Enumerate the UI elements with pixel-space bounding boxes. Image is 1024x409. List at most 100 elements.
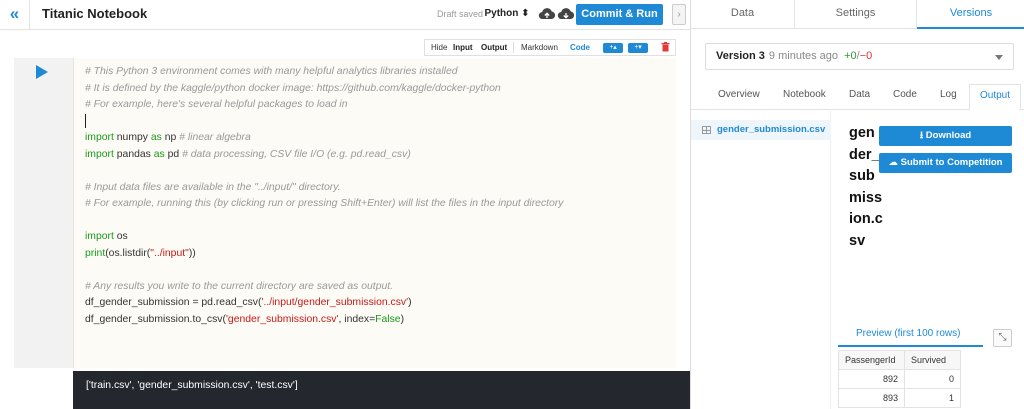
subtab-overview[interactable]: Overview <box>718 89 760 100</box>
code-comment: # For example, running this (by clicking… <box>85 198 564 209</box>
subtab-notebook[interactable]: Notebook <box>783 89 826 100</box>
hide-input-toggle[interactable]: Input <box>453 43 473 52</box>
code-text: numpy <box>113 132 151 143</box>
table-cell: 893 <box>838 388 905 408</box>
add-cell-below-button[interactable]: +▾ <box>628 43 648 53</box>
code-text: df_gender_submission = pd.read_csv( <box>85 297 262 308</box>
hide-output-toggle[interactable]: Output <box>481 43 507 52</box>
trash-icon <box>661 42 669 52</box>
run-cell-button[interactable] <box>36 65 48 79</box>
hide-label: Hide <box>431 43 448 52</box>
code-text: pd <box>164 148 183 160</box>
toggle-sidebar-button[interactable]: › <box>672 4 686 25</box>
expand-icon: ⤡ <box>998 332 1007 343</box>
double-chevron-left-icon: « <box>9 4 20 23</box>
cell-output: ['train.csv', 'gender_submission.csv', '… <box>73 371 690 409</box>
commit-and-run-button[interactable]: Commit & Run <box>576 4 663 25</box>
code-keyword: False <box>375 313 401 325</box>
column-header: Survived <box>904 350 961 370</box>
add-cell-above-button[interactable]: +▴ <box>603 43 623 53</box>
column-header: PassengerId <box>838 350 905 370</box>
code-comment: # Input data files are available in the … <box>85 181 341 193</box>
code-line: df_gender_submission = pd.read_csv('../i… <box>85 295 676 312</box>
code-line: import pandas as pd # data processing, C… <box>85 147 676 164</box>
tab-versions[interactable]: Versions <box>917 0 1024 29</box>
table-cell: 1 <box>904 388 961 408</box>
submit-to-competition-button[interactable]: ☁ Submit to Competition <box>879 153 1012 173</box>
chevron-down-icon <box>995 55 1003 60</box>
cell-type-markdown[interactable]: Markdown <box>521 43 558 52</box>
code-string: '../input/gender_submission.csv' <box>261 297 409 308</box>
cloud-upload-icon <box>538 8 556 20</box>
code-text: df_gender_submission.to_csv( <box>85 313 226 325</box>
sidebar-tabs: Data Settings Versions <box>691 0 1024 29</box>
code-text: , index= <box>338 313 376 325</box>
cell-type-code[interactable]: Code <box>570 43 590 52</box>
cloud-upload-button[interactable] <box>538 6 556 22</box>
notebook-title[interactable]: Titanic Notebook <box>42 6 147 21</box>
cell-toolbar: Hide Input Output Markdown Code +▴ +▾ <box>424 39 676 56</box>
code-comment: # data processing, CSV file I/O (e.g. pd… <box>182 148 411 160</box>
kernel-editor: « Titanic Notebook Draft saved Python ⬍ <box>0 0 1024 409</box>
code-line: # This Python 3 environment comes with m… <box>85 64 676 81</box>
delete-cell-button[interactable] <box>659 42 671 54</box>
tab-data[interactable]: Data <box>691 0 794 29</box>
code-text: ) <box>408 297 412 308</box>
code-keyword: import <box>85 132 114 143</box>
code-string: "../input" <box>150 247 189 259</box>
output-file-name: gender_submission.csv <box>717 124 826 135</box>
code-line: import os <box>85 229 676 246</box>
code-text: os <box>113 231 128 242</box>
subtab-data[interactable]: Data <box>849 89 870 100</box>
code-keyword: import <box>85 231 114 242</box>
code-line: # Input data files are available in the … <box>85 180 676 197</box>
toolbar-divider <box>513 42 514 53</box>
sidebar: Data Settings Versions Version 39 minute… <box>690 0 1024 409</box>
preview-tab[interactable]: Preview (first 100 rows) <box>856 328 960 339</box>
version-time: 9 minutes ago <box>768 50 839 62</box>
select-caret-icon: ⬍ <box>521 8 530 19</box>
language-label: Python <box>484 8 519 19</box>
code-comment: # It is defined by the kaggle/python doc… <box>85 82 501 94</box>
subtab-log[interactable]: Log <box>940 89 957 100</box>
version-name: Version 3 <box>716 50 765 62</box>
tab-settings[interactable]: Settings <box>795 0 916 29</box>
code-keyword: as <box>153 148 165 160</box>
code-string: 'gender_submission.csv' <box>225 313 339 325</box>
version-select[interactable]: Version 39 minutes ago +0/−0 <box>705 43 1014 70</box>
output-file-list: gender_submission.csv <box>691 111 831 409</box>
code-comment: # Any results you write to the current d… <box>85 280 394 292</box>
code-line: print(os.listdir("../input")) <box>85 246 676 263</box>
language-select[interactable]: Python ⬍ <box>482 4 532 24</box>
code-text: (os.listdir( <box>105 247 151 259</box>
code-text: pandas <box>113 148 154 160</box>
code-line: # For example, here's several helpful pa… <box>85 97 676 114</box>
code-keyword: print <box>85 247 106 259</box>
collapse-sidebar-button[interactable]: « <box>0 0 30 30</box>
download-button[interactable]: ⭳ Download <box>879 126 1012 146</box>
code-line: # Any results you write to the current d… <box>85 279 676 296</box>
cloud-download-button[interactable] <box>557 6 575 22</box>
code-editor[interactable]: # This Python 3 environment comes with m… <box>73 58 676 368</box>
code-comment: # For example, here's several helpful pa… <box>85 99 348 110</box>
expand-preview-button[interactable]: ⤡ <box>993 329 1012 347</box>
subtab-code[interactable]: Code <box>893 89 917 100</box>
code-line: df_gender_submission.to_csv('gender_subm… <box>85 312 676 329</box>
code-comment: # linear algebra <box>179 132 251 143</box>
file-title: gender_submission.csv <box>849 125 883 249</box>
cloud-download-icon <box>557 8 575 20</box>
preview-table: PassengerId Survived 892 0 893 1 <box>838 350 961 408</box>
preview-tab-underline <box>838 345 983 347</box>
table-row: 893 1 <box>838 388 961 408</box>
code-keyword: as <box>150 132 162 143</box>
lines-removed: −0 <box>859 50 873 62</box>
code-line <box>85 113 676 131</box>
subtab-output[interactable]: Output <box>969 84 1022 111</box>
table-header-row: PassengerId Survived <box>838 350 961 370</box>
table-row: 892 0 <box>838 369 961 389</box>
lines-added: +0 <box>844 50 857 62</box>
output-file-item[interactable]: gender_submission.csv <box>691 120 831 140</box>
code-text: )) <box>188 247 196 259</box>
code-line: import numpy as np # linear algebra <box>85 130 676 147</box>
